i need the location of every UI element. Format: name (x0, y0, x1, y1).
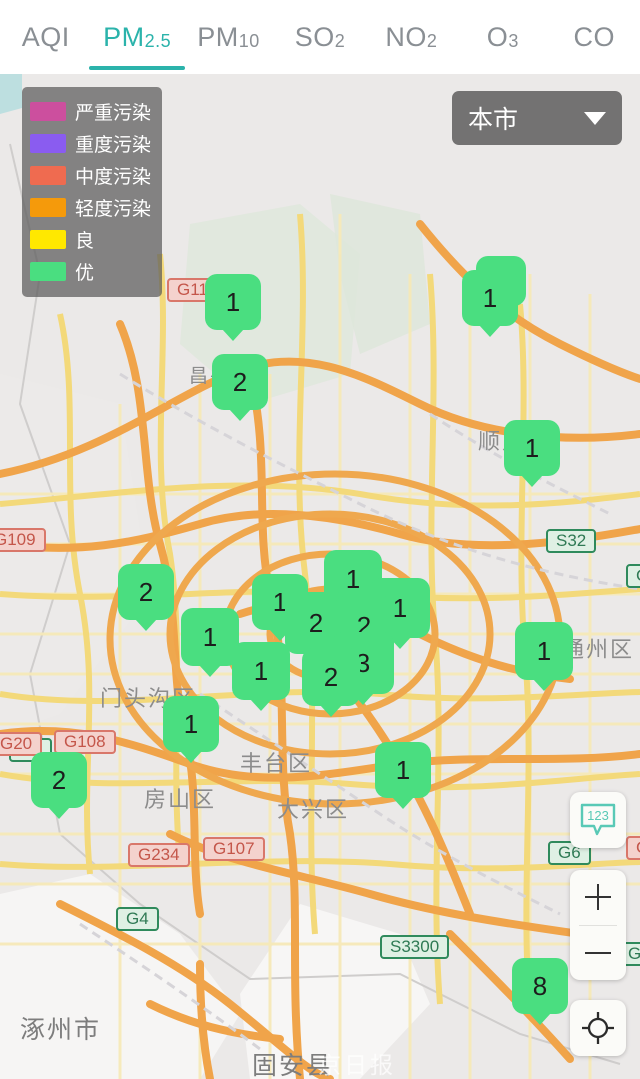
tab-label: NO (385, 21, 427, 52)
tab-label: SO (294, 21, 335, 52)
region-selector-value: 本市 (468, 105, 519, 134)
legend-item-label: 轻度污染 (75, 197, 152, 220)
legend-color-swatch (30, 101, 66, 121)
tab-no2[interactable]: NO 2 (366, 0, 457, 74)
map-container[interactable]: 门头沟区丰台区房山区大兴区通州区顺义区昌平区涿州市固安县 G110G109G6G… (0, 74, 640, 1079)
numbered-marker-icon: 123 (580, 803, 616, 836)
station-cluster-marker[interactable]: 1 (515, 622, 573, 680)
region-selector[interactable]: 本市 (452, 91, 622, 145)
highway-shield: S32 (546, 529, 597, 553)
tab-label: O (486, 21, 509, 52)
legend-item: 优 (30, 255, 156, 287)
highway-shield: S3300 (380, 935, 450, 959)
map-watermark: 京日报 (318, 1053, 396, 1079)
minus-icon (585, 940, 611, 966)
legend-item-label: 优 (75, 261, 95, 284)
tab-sublabel: 3 (508, 30, 519, 51)
tab-so2[interactable]: SO 2 (274, 0, 365, 74)
tab-sublabel: 2 (426, 30, 438, 51)
station-cluster-marker[interactable]: 1 (163, 696, 219, 752)
station-cluster-marker[interactable]: 2 (302, 648, 360, 706)
map-district-label: 房山区 (144, 788, 217, 813)
chevron-down-icon (584, 111, 606, 125)
highway-shield: G45 (626, 564, 640, 588)
tab-pm10[interactable]: PM 10 (183, 0, 274, 74)
highway-shield: G234 (128, 843, 190, 867)
plus-icon (585, 884, 611, 911)
legend-color-swatch (30, 261, 66, 281)
station-cluster-marker[interactable]: 1 (205, 274, 261, 330)
legend-color-swatch (30, 229, 66, 249)
legend-item: 轻度污染 (30, 191, 156, 223)
aqi-legend: 严重污染重度污染中度污染轻度污染良优 (22, 87, 162, 297)
highway-shield: G107 (203, 837, 265, 861)
legend-item-label: 严重污染 (75, 101, 152, 124)
pollutant-tab-bar: AQI PM 2.5 PM 10 SO 2 NO 2 O3 CO (0, 0, 640, 74)
station-cluster-marker[interactable]: 1 (375, 742, 431, 798)
legend-item: 严重污染 (30, 95, 156, 127)
tab-sublabel: 2.5 (144, 30, 172, 51)
tab-aqi[interactable]: AQI (0, 0, 91, 74)
legend-color-swatch (30, 133, 66, 153)
zoom-out-button[interactable] (570, 925, 626, 980)
legend-color-swatch (30, 197, 66, 217)
tab-o3[interactable]: O3 (457, 0, 548, 74)
station-cluster-marker[interactable]: 1 (232, 642, 290, 700)
legend-item: 良 (30, 223, 156, 255)
zoom-in-button[interactable] (570, 870, 626, 925)
tab-co[interactable]: CO (549, 0, 640, 74)
locate-me-button[interactable] (570, 1000, 626, 1056)
highway-shield: G4 (116, 907, 159, 931)
station-cluster-marker[interactable]: 2 (31, 752, 87, 808)
zoom-controls (570, 870, 626, 980)
tab-label: AQI (21, 21, 70, 52)
highway-shield: G20 (0, 732, 43, 756)
legend-item: 中度污染 (30, 159, 156, 191)
station-cluster-marker[interactable]: 8 (512, 958, 568, 1014)
air-quality-map-screen: AQI PM 2.5 PM 10 SO 2 NO 2 O3 CO 门头沟区 丰台… (0, 0, 640, 1079)
highway-shield: G109 (0, 528, 46, 552)
station-cluster-marker[interactable]: 1 (181, 608, 239, 666)
legend-item-label: 良 (75, 229, 95, 252)
tab-sublabel: 2 (334, 30, 346, 51)
map-district-label: 涿州市 (20, 1015, 102, 1044)
station-cluster-marker[interactable]: 1 (504, 420, 560, 476)
map-district-label: 丰台区 (240, 752, 313, 777)
station-cluster-marker[interactable]: 2 (118, 564, 174, 620)
legend-item: 重度污染 (30, 127, 156, 159)
legend-color-swatch (30, 165, 66, 185)
tab-label: CO (573, 21, 615, 52)
highway-shield: G108 (54, 730, 116, 754)
tab-label: PM (197, 21, 239, 52)
highway-shield: G5 (626, 836, 640, 860)
legend-item-label: 中度污染 (75, 165, 152, 188)
legend-item-label: 重度污染 (75, 133, 152, 156)
station-cluster-marker[interactable]: 2 (212, 354, 268, 410)
tab-sublabel: 10 (238, 30, 260, 51)
svg-text:123: 123 (587, 808, 609, 823)
tab-label: PM (103, 21, 145, 52)
tab-pm25[interactable]: PM 2.5 (89, 0, 186, 74)
station-cluster-marker[interactable]: 1 (462, 270, 518, 326)
crosshair-icon (582, 1012, 614, 1044)
marker-labels-toggle-button[interactable]: 123 (570, 792, 626, 848)
map-district-label: 大兴区 (277, 798, 350, 823)
active-tab-indicator (89, 66, 186, 70)
